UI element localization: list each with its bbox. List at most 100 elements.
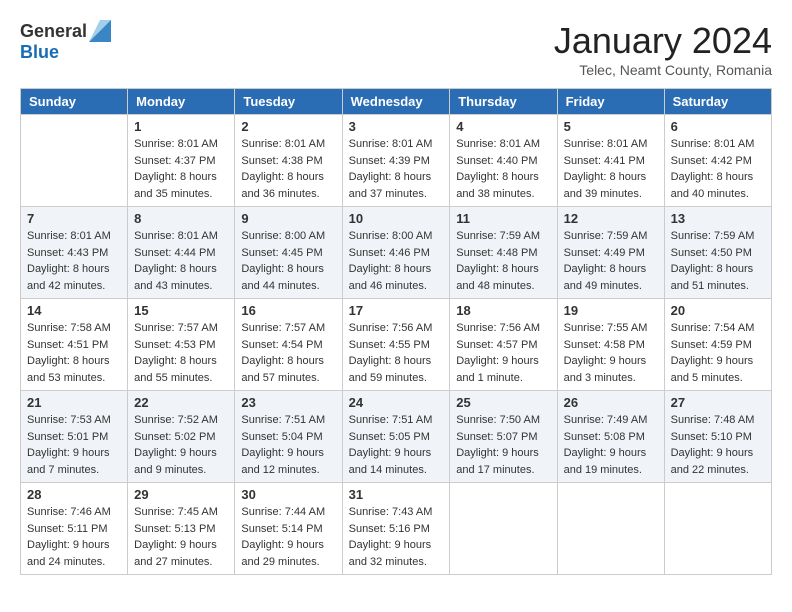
day-number: 30 [241, 487, 335, 502]
day-number: 6 [671, 119, 765, 134]
logo-blue-text: Blue [20, 42, 59, 62]
day-number: 7 [27, 211, 121, 226]
day-number: 3 [349, 119, 444, 134]
calendar-cell: 5Sunrise: 8:01 AM Sunset: 4:41 PM Daylig… [557, 115, 664, 207]
day-number: 25 [456, 395, 550, 410]
day-info: Sunrise: 7:50 AM Sunset: 5:07 PM Dayligh… [456, 412, 550, 478]
calendar-header-row: SundayMondayTuesdayWednesdayThursdayFrid… [21, 89, 772, 115]
day-info: Sunrise: 8:01 AM Sunset: 4:38 PM Dayligh… [241, 136, 335, 202]
day-info: Sunrise: 7:44 AM Sunset: 5:14 PM Dayligh… [241, 504, 335, 570]
day-number: 17 [349, 303, 444, 318]
day-info: Sunrise: 7:59 AM Sunset: 4:48 PM Dayligh… [456, 228, 550, 294]
month-title: January 2024 [554, 20, 772, 62]
day-info: Sunrise: 7:51 AM Sunset: 5:05 PM Dayligh… [349, 412, 444, 478]
calendar-week-row: 14Sunrise: 7:58 AM Sunset: 4:51 PM Dayli… [21, 299, 772, 391]
calendar-week-row: 21 Sunrise: 7:53 AM Sunset: 5:01 PM Dayli… [21, 391, 772, 483]
calendar-cell: 2 Sunrise: 8:01 AM Sunset: 4:38 PM Daylig… [235, 115, 342, 207]
calendar-cell: 15 Sunrise: 7:57 AM Sunset: 4:53 PM Dayli… [128, 299, 235, 391]
day-info: Sunrise: 8:01 AM Sunset: 4:44 PM Dayligh… [134, 228, 228, 294]
day-info: Sunrise: 7:45 AM Sunset: 5:13 PM Dayligh… [134, 504, 228, 570]
calendar-cell: 29 Sunrise: 7:45 AM Sunset: 5:13 PM Dayli… [128, 483, 235, 575]
day-number: 24 [349, 395, 444, 410]
logo: General Blue [20, 20, 111, 63]
day-number: 13 [671, 211, 765, 226]
day-number: 27 [671, 395, 765, 410]
day-header: Tuesday [235, 89, 342, 115]
calendar-cell: 18Sunrise: 7:56 AM Sunset: 4:57 PM Dayli… [450, 299, 557, 391]
day-number: 16 [241, 303, 335, 318]
day-info: Sunrise: 8:00 AM Sunset: 4:45 PM Dayligh… [241, 228, 335, 294]
calendar-week-row: 1Sunrise: 8:01 AM Sunset: 4:37 PM Daylig… [21, 115, 772, 207]
calendar-cell: 14Sunrise: 7:58 AM Sunset: 4:51 PM Dayli… [21, 299, 128, 391]
day-number: 10 [349, 211, 444, 226]
day-info: Sunrise: 7:56 AM Sunset: 4:55 PM Dayligh… [349, 320, 444, 386]
calendar-cell: 24 Sunrise: 7:51 AM Sunset: 5:05 PM Dayli… [342, 391, 450, 483]
day-number: 1 [134, 119, 228, 134]
day-header: Sunday [21, 89, 128, 115]
day-number: 12 [564, 211, 658, 226]
calendar-cell [21, 115, 128, 207]
location-text: Telec, Neamt County, Romania [554, 62, 772, 78]
page-header: General Blue January 2024 Telec, Neamt C… [20, 20, 772, 78]
day-info: Sunrise: 7:49 AM Sunset: 5:08 PM Dayligh… [564, 412, 658, 478]
calendar-cell: 21 Sunrise: 7:53 AM Sunset: 5:01 PM Dayli… [21, 391, 128, 483]
calendar-cell: 13 Sunrise: 7:59 AM Sunset: 4:50 PM Dayli… [664, 207, 771, 299]
calendar-cell: 23Sunrise: 7:51 AM Sunset: 5:04 PM Dayli… [235, 391, 342, 483]
day-info: Sunrise: 8:01 AM Sunset: 4:40 PM Dayligh… [456, 136, 550, 202]
day-info: Sunrise: 7:59 AM Sunset: 4:50 PM Dayligh… [671, 228, 765, 294]
day-info: Sunrise: 8:01 AM Sunset: 4:43 PM Dayligh… [27, 228, 121, 294]
calendar-cell: 22 Sunrise: 7:52 AM Sunset: 5:02 PM Dayli… [128, 391, 235, 483]
calendar-cell: 28Sunrise: 7:46 AM Sunset: 5:11 PM Dayli… [21, 483, 128, 575]
day-number: 21 [27, 395, 121, 410]
day-info: Sunrise: 7:48 AM Sunset: 5:10 PM Dayligh… [671, 412, 765, 478]
day-number: 2 [241, 119, 335, 134]
calendar-week-row: 7 Sunrise: 8:01 AM Sunset: 4:43 PM Daylig… [21, 207, 772, 299]
day-info: Sunrise: 8:01 AM Sunset: 4:42 PM Dayligh… [671, 136, 765, 202]
day-info: Sunrise: 7:54 AM Sunset: 4:59 PM Dayligh… [671, 320, 765, 386]
day-info: Sunrise: 8:01 AM Sunset: 4:39 PM Dayligh… [349, 136, 444, 202]
calendar-cell: 6 Sunrise: 8:01 AM Sunset: 4:42 PM Daylig… [664, 115, 771, 207]
logo-general-text: General [20, 21, 87, 42]
day-header: Thursday [450, 89, 557, 115]
calendar-week-row: 28Sunrise: 7:46 AM Sunset: 5:11 PM Dayli… [21, 483, 772, 575]
calendar-cell: 25 Sunrise: 7:50 AM Sunset: 5:07 PM Dayli… [450, 391, 557, 483]
calendar-cell: 17 Sunrise: 7:56 AM Sunset: 4:55 PM Dayli… [342, 299, 450, 391]
calendar-cell: 20 Sunrise: 7:54 AM Sunset: 4:59 PM Dayli… [664, 299, 771, 391]
day-info: Sunrise: 8:00 AM Sunset: 4:46 PM Dayligh… [349, 228, 444, 294]
calendar-table: SundayMondayTuesdayWednesdayThursdayFrid… [20, 88, 772, 575]
calendar-cell: 27 Sunrise: 7:48 AM Sunset: 5:10 PM Dayli… [664, 391, 771, 483]
day-info: Sunrise: 7:55 AM Sunset: 4:58 PM Dayligh… [564, 320, 658, 386]
day-number: 4 [456, 119, 550, 134]
day-number: 20 [671, 303, 765, 318]
calendar-cell: 31 Sunrise: 7:43 AM Sunset: 5:16 PM Dayli… [342, 483, 450, 575]
day-info: Sunrise: 7:56 AM Sunset: 4:57 PM Dayligh… [456, 320, 550, 386]
calendar-cell: 10 Sunrise: 8:00 AM Sunset: 4:46 PM Dayli… [342, 207, 450, 299]
calendar-cell [450, 483, 557, 575]
day-number: 15 [134, 303, 228, 318]
day-info: Sunrise: 7:58 AM Sunset: 4:51 PM Dayligh… [27, 320, 121, 386]
day-header: Wednesday [342, 89, 450, 115]
day-header: Monday [128, 89, 235, 115]
calendar-cell: 12Sunrise: 7:59 AM Sunset: 4:49 PM Dayli… [557, 207, 664, 299]
calendar-cell: 11Sunrise: 7:59 AM Sunset: 4:48 PM Dayli… [450, 207, 557, 299]
day-number: 5 [564, 119, 658, 134]
day-number: 22 [134, 395, 228, 410]
day-header: Friday [557, 89, 664, 115]
calendar-cell [664, 483, 771, 575]
day-info: Sunrise: 7:57 AM Sunset: 4:53 PM Dayligh… [134, 320, 228, 386]
calendar-cell: 16Sunrise: 7:57 AM Sunset: 4:54 PM Dayli… [235, 299, 342, 391]
day-number: 31 [349, 487, 444, 502]
calendar-cell: 3 Sunrise: 8:01 AM Sunset: 4:39 PM Daylig… [342, 115, 450, 207]
calendar-cell [557, 483, 664, 575]
day-info: Sunrise: 7:53 AM Sunset: 5:01 PM Dayligh… [27, 412, 121, 478]
day-number: 19 [564, 303, 658, 318]
calendar-cell: 4 Sunrise: 8:01 AM Sunset: 4:40 PM Daylig… [450, 115, 557, 207]
calendar-cell: 19 Sunrise: 7:55 AM Sunset: 4:58 PM Dayli… [557, 299, 664, 391]
day-number: 9 [241, 211, 335, 226]
day-info: Sunrise: 7:52 AM Sunset: 5:02 PM Dayligh… [134, 412, 228, 478]
day-number: 29 [134, 487, 228, 502]
calendar-cell: 7 Sunrise: 8:01 AM Sunset: 4:43 PM Daylig… [21, 207, 128, 299]
title-block: January 2024 Telec, Neamt County, Romani… [554, 20, 772, 78]
day-number: 8 [134, 211, 228, 226]
day-info: Sunrise: 7:43 AM Sunset: 5:16 PM Dayligh… [349, 504, 444, 570]
